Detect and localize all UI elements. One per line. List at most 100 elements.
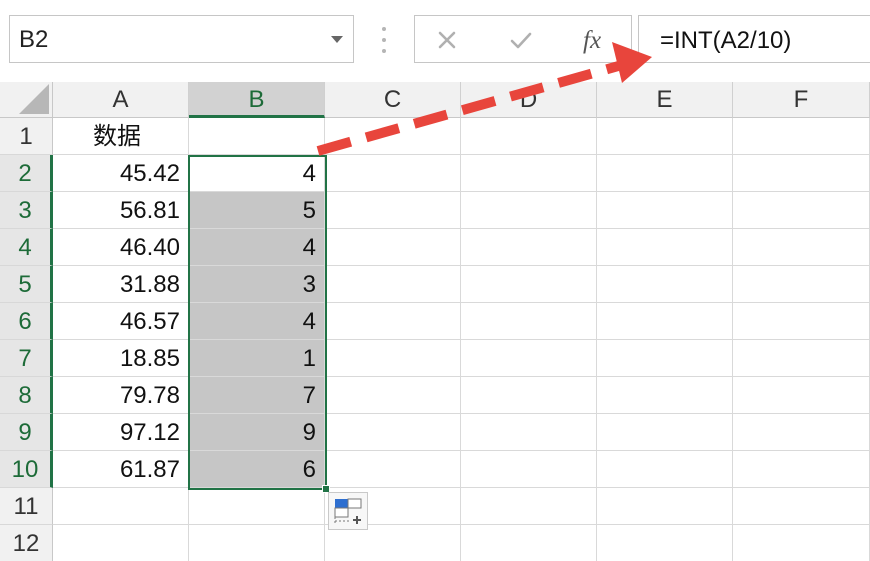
cell-a4[interactable]: 46.40 <box>53 229 189 266</box>
cell-b9[interactable]: 9 <box>189 414 325 451</box>
row-header-7[interactable]: 7 <box>0 340 53 377</box>
cell-f8[interactable] <box>733 377 870 414</box>
select-all-icon[interactable] <box>19 84 49 114</box>
cell-c4[interactable] <box>325 229 461 266</box>
cell-e12[interactable] <box>597 525 733 561</box>
check-icon[interactable] <box>505 24 545 56</box>
cell-d3[interactable] <box>461 192 597 229</box>
cell-d1[interactable] <box>461 118 597 155</box>
cell-e6[interactable] <box>597 303 733 340</box>
cell-e9[interactable] <box>597 414 733 451</box>
cell-d8[interactable] <box>461 377 597 414</box>
select-all-corner[interactable] <box>0 82 53 118</box>
cell-b10[interactable]: 6 <box>189 451 325 488</box>
cell-d4[interactable] <box>461 229 597 266</box>
column-header-a[interactable]: A <box>53 82 189 118</box>
row-header-4[interactable]: 4 <box>0 229 53 266</box>
cell-d5[interactable] <box>461 266 597 303</box>
cell-a11[interactable] <box>53 488 189 525</box>
cell-f6[interactable] <box>733 303 870 340</box>
cell-e2[interactable] <box>597 155 733 192</box>
row-header-5[interactable]: 5 <box>0 266 53 303</box>
row-header-12[interactable]: 12 <box>0 525 53 561</box>
grip-icon[interactable] <box>381 27 387 53</box>
cell-a3[interactable]: 56.81 <box>53 192 189 229</box>
column-header-f[interactable]: F <box>733 82 870 118</box>
cell-f7[interactable] <box>733 340 870 377</box>
cell-a10[interactable]: 61.87 <box>53 451 189 488</box>
cell-b4[interactable]: 4 <box>189 229 325 266</box>
cell-a1[interactable]: 数据 <box>53 118 189 155</box>
cell-f1[interactable] <box>733 118 870 155</box>
cell-d11[interactable] <box>461 488 597 525</box>
cell-f11[interactable] <box>733 488 870 525</box>
cell-c9[interactable] <box>325 414 461 451</box>
row-header-11[interactable]: 11 <box>0 488 53 525</box>
column-header-c[interactable]: C <box>325 82 461 118</box>
quick-analysis-icon[interactable] <box>329 493 369 531</box>
cell-e7[interactable] <box>597 340 733 377</box>
cell-b1[interactable] <box>189 118 325 155</box>
cell-c8[interactable] <box>325 377 461 414</box>
cell-b2[interactable]: 4 <box>189 155 325 192</box>
cell-d2[interactable] <box>461 155 597 192</box>
cell-c7[interactable] <box>325 340 461 377</box>
cell-b6[interactable]: 4 <box>189 303 325 340</box>
column-header-e[interactable]: E <box>597 82 733 118</box>
cell-b12[interactable] <box>189 525 325 561</box>
cell-c3[interactable] <box>325 192 461 229</box>
cell-a5[interactable]: 31.88 <box>53 266 189 303</box>
cell-f4[interactable] <box>733 229 870 266</box>
cell-b5[interactable]: 3 <box>189 266 325 303</box>
row-header-1[interactable]: 1 <box>0 118 53 155</box>
cell-c1[interactable] <box>325 118 461 155</box>
cell-f3[interactable] <box>733 192 870 229</box>
cell-b11[interactable] <box>189 488 325 525</box>
quick-analysis-button[interactable] <box>328 492 368 530</box>
cell-b8[interactable]: 7 <box>189 377 325 414</box>
cell-d10[interactable] <box>461 451 597 488</box>
cell-e8[interactable] <box>597 377 733 414</box>
cell-c2[interactable] <box>325 155 461 192</box>
chevron-down-icon[interactable] <box>331 36 343 43</box>
row-header-9[interactable]: 9 <box>0 414 53 451</box>
cell-d9[interactable] <box>461 414 597 451</box>
row-header-10[interactable]: 10 <box>0 451 53 488</box>
cell-e10[interactable] <box>597 451 733 488</box>
cell-a2[interactable]: 45.42 <box>53 155 189 192</box>
cell-a7[interactable]: 18.85 <box>53 340 189 377</box>
cell-d12[interactable] <box>461 525 597 561</box>
column-header-b[interactable]: B <box>189 82 325 118</box>
cell-c10[interactable] <box>325 451 461 488</box>
cell-f12[interactable] <box>733 525 870 561</box>
name-box[interactable]: B2 <box>9 15 354 63</box>
column-header-d[interactable]: D <box>461 82 597 118</box>
cell-a6[interactable]: 46.57 <box>53 303 189 340</box>
cell-f2[interactable] <box>733 155 870 192</box>
cell-a8[interactable]: 79.78 <box>53 377 189 414</box>
cell-e4[interactable] <box>597 229 733 266</box>
cell-b3[interactable]: 5 <box>189 192 325 229</box>
cell-e11[interactable] <box>597 488 733 525</box>
cell-a12[interactable] <box>53 525 189 561</box>
name-box-value[interactable]: B2 <box>19 26 48 54</box>
cell-e1[interactable] <box>597 118 733 155</box>
cell-b7[interactable]: 1 <box>189 340 325 377</box>
row-header-3[interactable]: 3 <box>0 192 53 229</box>
cell-c6[interactable] <box>325 303 461 340</box>
cell-f9[interactable] <box>733 414 870 451</box>
formula-input[interactable]: =INT(A2/10) <box>638 15 870 63</box>
fx-icon[interactable]: fx <box>580 24 620 56</box>
cell-e3[interactable] <box>597 192 733 229</box>
row-header-2[interactable]: 2 <box>0 155 53 192</box>
cell-f10[interactable] <box>733 451 870 488</box>
row-header-8[interactable]: 8 <box>0 377 53 414</box>
cell-d6[interactable] <box>461 303 597 340</box>
cell-c5[interactable] <box>325 266 461 303</box>
cell-d7[interactable] <box>461 340 597 377</box>
formula-text[interactable]: =INT(A2/10) <box>660 27 791 55</box>
cell-f5[interactable] <box>733 266 870 303</box>
cell-a9[interactable]: 97.12 <box>53 414 189 451</box>
cell-e5[interactable] <box>597 266 733 303</box>
row-header-6[interactable]: 6 <box>0 303 53 340</box>
